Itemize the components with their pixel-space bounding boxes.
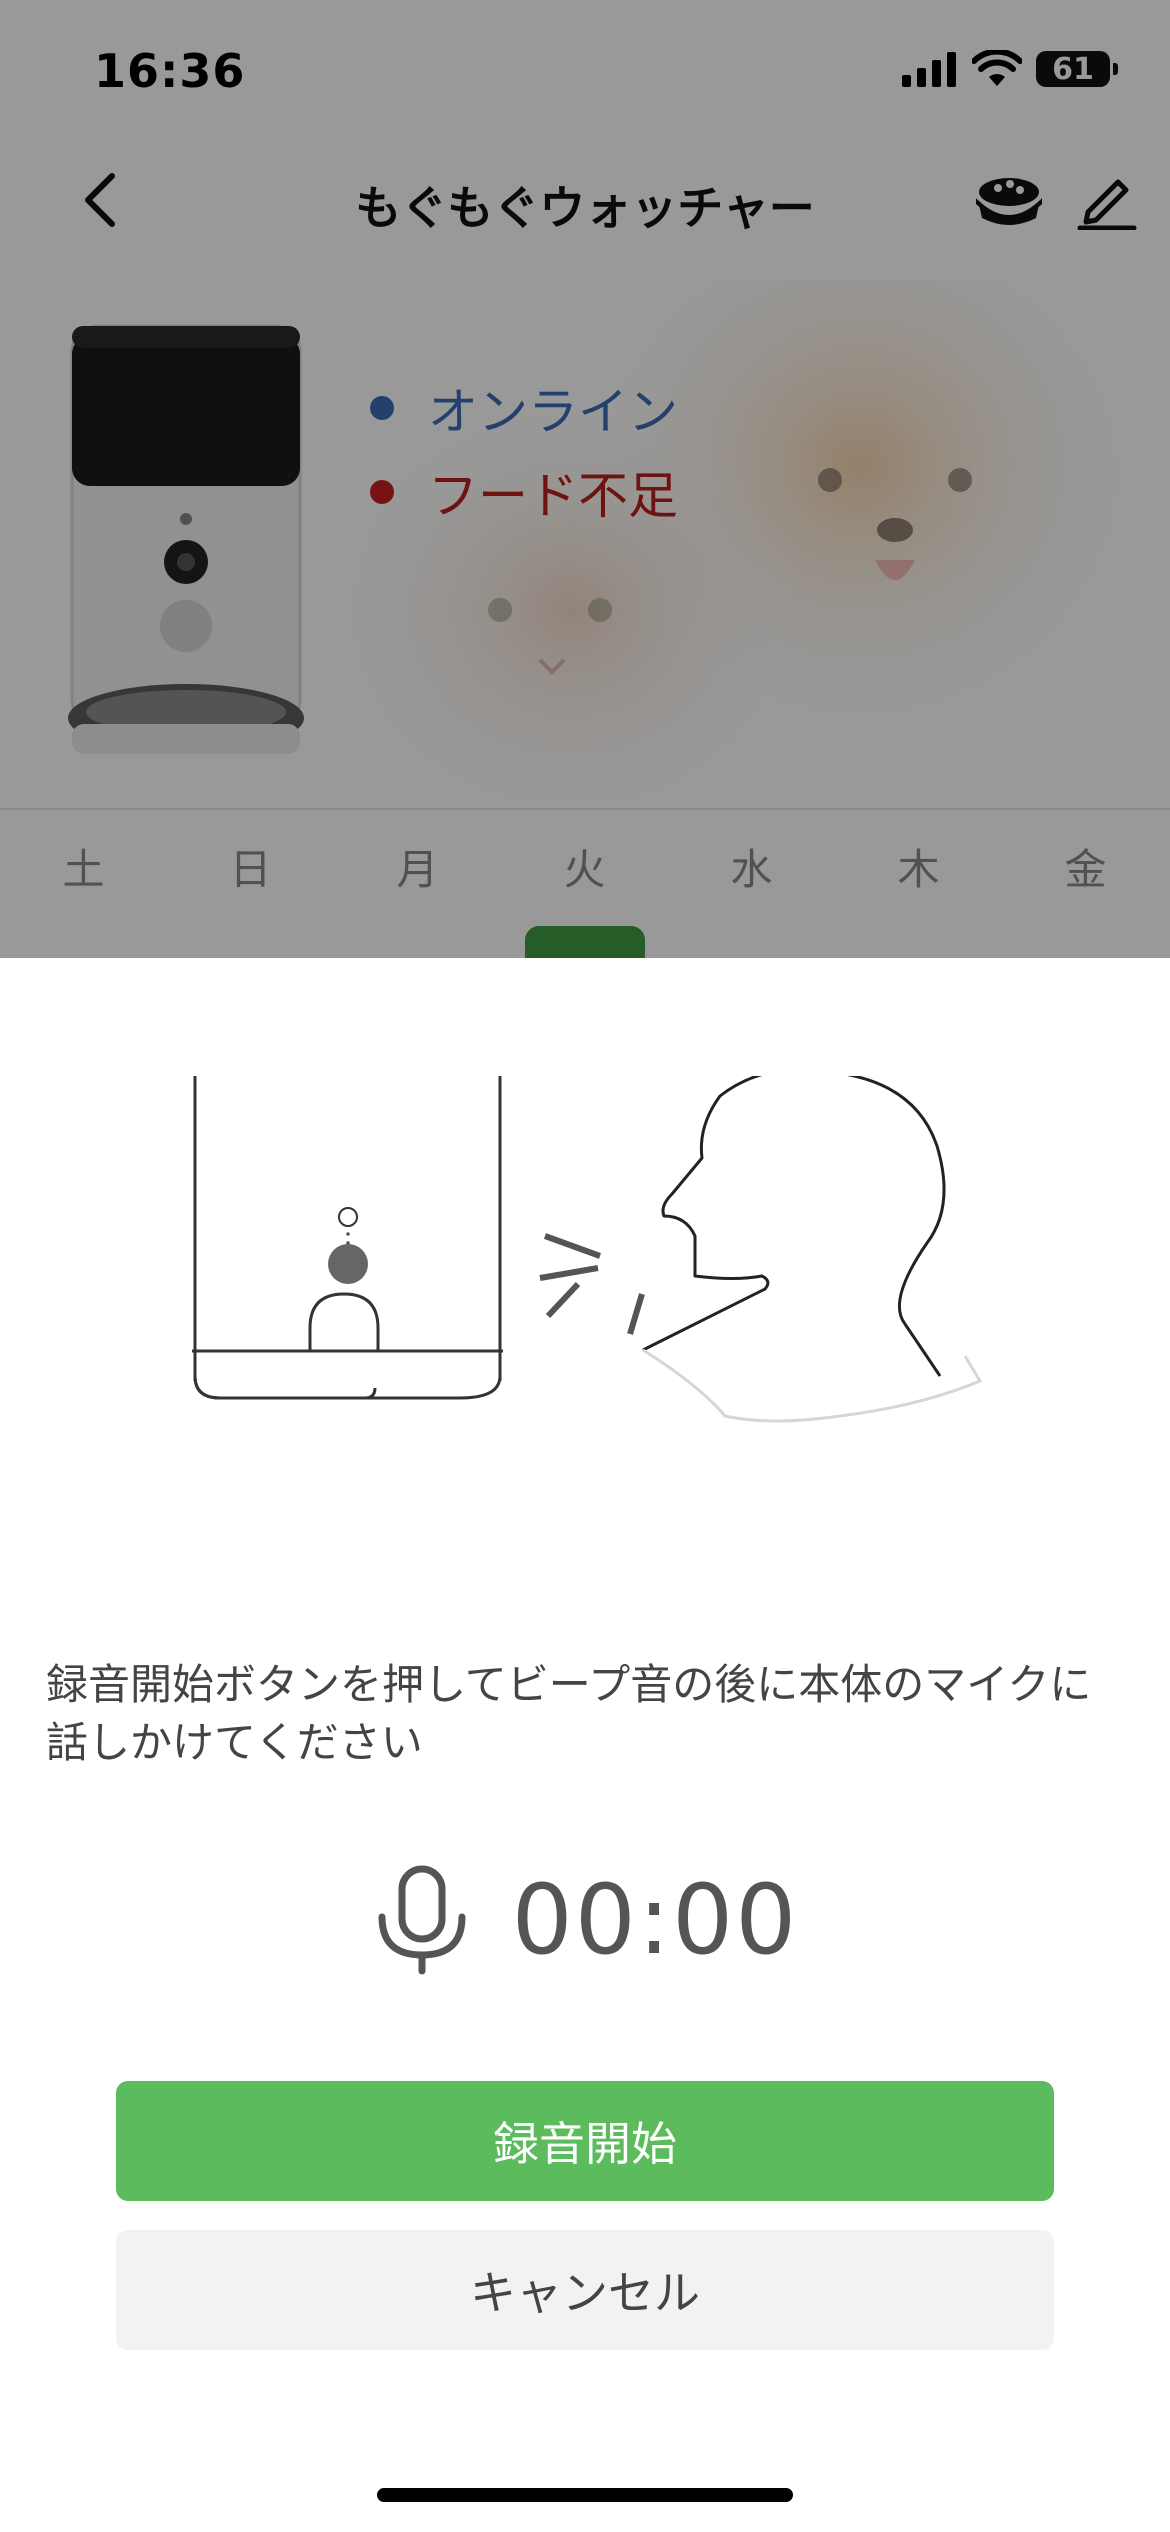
recording-instruction: 録音開始ボタンを押してビープ音の後に本体のマイクに話しかけてください [46,1660,1092,1767]
recording-timer: 00:00 [511,1864,799,1976]
speak-to-device-illustration [192,1076,983,1423]
home-indicator[interactable] [377,2488,793,2502]
modal-dim-overlay[interactable] [0,0,1170,960]
recording-sheet: 録音開始ボタンを押してビープ音の後に本体のマイクに話しかけてください 00:00… [0,958,1170,2532]
recording-timer-row: 00:00 [0,1860,1170,1980]
start-recording-button[interactable]: 録音開始 [116,2081,1054,2201]
microphone-icon [378,1865,466,1975]
cancel-button[interactable]: キャンセル [116,2230,1054,2350]
app-background: 16:36 61 もぐもぐウォッチャー オンライン フード不足 土 日 月 火 … [0,0,1170,960]
